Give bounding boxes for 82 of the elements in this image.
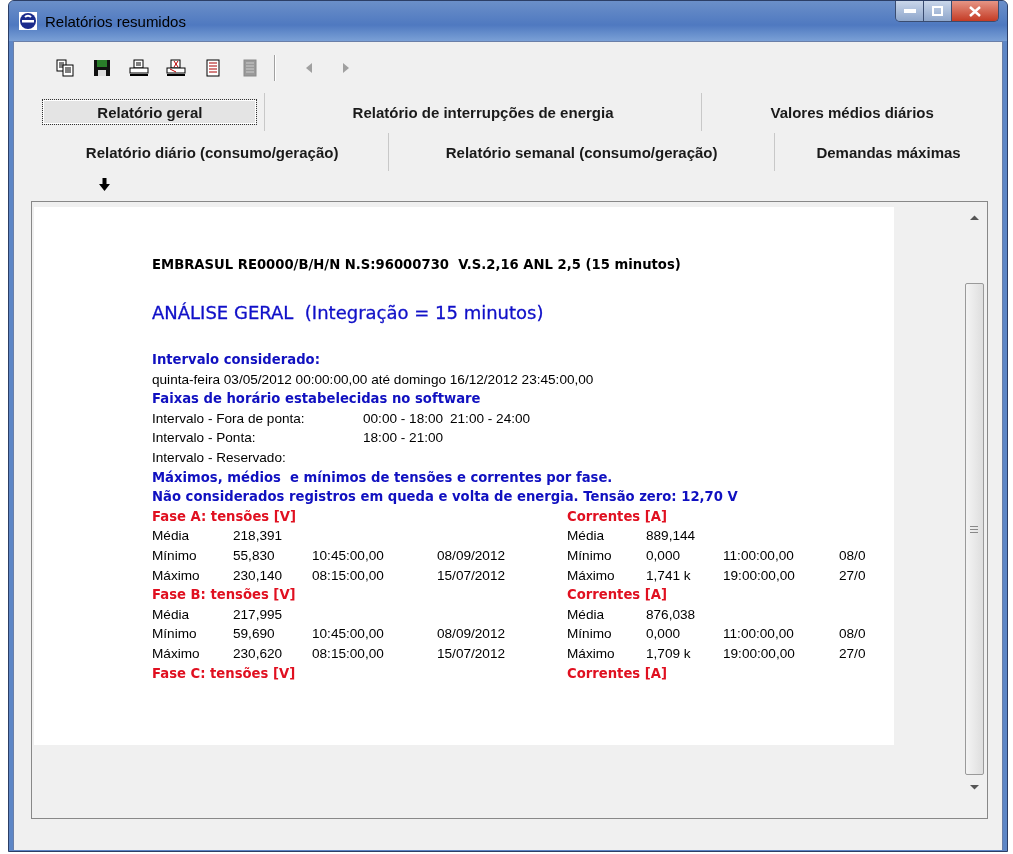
stat-time: 11:00:00,00 (723, 625, 795, 644)
document-icon[interactable] (204, 59, 221, 77)
stat-label: Máximo (567, 644, 616, 663)
report-title: ANÁLISE GERAL (Integração = 15 minutos) (152, 302, 545, 325)
stat-label: Máximo (152, 566, 201, 585)
section-heading: Faixas de horário estabelecidas no software (152, 390, 481, 409)
stat-time: 10:45:00,00 (312, 546, 385, 565)
stat-date: 15/07/2012 (437, 644, 507, 663)
scroll-thumb[interactable] (964, 283, 984, 775)
stat-value: 217,995 (233, 605, 284, 624)
stat-time: 08:15:00,00 (312, 644, 385, 663)
stat-value: 1,741 k (646, 566, 692, 585)
report-text: quinta-feira 03/05/2012 00:00:00,00 até domingo 16/12/2012 23:45:00,00 (152, 370, 594, 389)
copy-icon[interactable] (55, 59, 74, 77)
time-range: 21:00 - 24:00 (450, 409, 532, 428)
close-icon (969, 5, 981, 17)
scroll-down-icon[interactable] (969, 784, 979, 790)
report-tab[interactable]: Relatório de interrupções de energia (347, 99, 619, 125)
maximize-button[interactable] (924, 1, 952, 21)
stat-value: 230,140 (233, 566, 284, 585)
report-tab[interactable]: Relatório semanal (consumo/geração) (440, 139, 723, 165)
section-heading: Máximos, médios e mínimos de tensões e correntes por fase. (152, 468, 613, 487)
stat-time: 19:00:00,00 (723, 644, 796, 663)
stat-time: 08:15:00,00 (312, 566, 385, 585)
stat-label: Mínimo (152, 546, 198, 565)
window-title: Relatórios resumidos (45, 12, 186, 30)
report-tab[interactable]: Relatório diário (consumo/geração) (80, 139, 344, 165)
phase-heading: Fase B: tensões [V] (152, 586, 297, 605)
maximize-icon (932, 6, 943, 16)
report-tab[interactable]: Demandas máximas (811, 139, 966, 165)
down-arrow-icon[interactable] (99, 178, 110, 191)
stat-value: 59,690 (233, 625, 276, 644)
stat-date: 08/0 (839, 546, 867, 565)
phase-heading: Correntes [A] (567, 507, 669, 526)
stat-value: 230,620 (233, 644, 284, 663)
stat-value: 1,709 k (646, 644, 692, 663)
stat-value: 889,144 (646, 527, 697, 546)
app-logo-icon (19, 12, 37, 30)
stat-label: Máximo (567, 566, 616, 585)
printer-icon[interactable] (128, 59, 149, 77)
interval-label: Intervalo - Fora de ponta: (152, 409, 306, 428)
section-heading: Intervalo considerado: (152, 351, 320, 369)
stat-label: Média (567, 527, 606, 546)
interval-label: Intervalo - Ponta: (152, 429, 257, 448)
stat-label: Mínimo (152, 625, 198, 644)
stat-time: 19:00:00,00 (723, 566, 796, 585)
stat-label: Média (567, 605, 606, 624)
stat-label: Mínimo (567, 625, 613, 644)
time-range: 00:00 - 18:00 (363, 409, 445, 428)
phase-heading: Correntes [A] (567, 664, 669, 683)
report-header: EMBRASUL RE0000/B/H/N N.S:96000730 V.S.2,16 ANL 2,5 (15 minutos) (152, 257, 682, 274)
stat-label: Máximo (152, 644, 201, 663)
interval-label: Intervalo - Reservado: (152, 448, 287, 467)
time-range: 18:00 - 21:00 (363, 429, 445, 448)
stat-time: 11:00:00,00 (723, 546, 795, 565)
stat-date: 27/0 (839, 566, 867, 585)
printer-settings-icon[interactable] (165, 59, 186, 77)
stat-date: 27/0 (839, 644, 867, 663)
minimize-button[interactable] (896, 1, 924, 21)
minimize-icon (903, 9, 916, 13)
phase-heading: Fase A: tensões [V] (152, 507, 298, 526)
grip-icon (970, 525, 978, 533)
stat-date: 08/09/2012 (437, 546, 507, 565)
stat-date: 08/09/2012 (437, 625, 507, 644)
phase-heading: Correntes [A] (567, 586, 669, 605)
close-button[interactable] (952, 1, 998, 21)
section-heading: Não considerados registros em queda e volta de energia. Tensão zero: 12,70 V (152, 488, 738, 507)
stat-label: Média (152, 605, 191, 624)
stat-value: 876,038 (646, 605, 697, 624)
stat-value: 0,000 (646, 625, 682, 644)
report-tab[interactable]: Valores médios diários (765, 99, 939, 125)
stat-date: 15/07/2012 (437, 566, 507, 585)
stat-date: 08/0 (839, 625, 867, 644)
stat-value: 55,830 (233, 546, 276, 565)
phase-heading: Fase C: tensões [V] (152, 664, 297, 683)
stat-time: 10:45:00,00 (312, 625, 385, 644)
stat-value: 0,000 (646, 546, 682, 565)
report-tab[interactable]: Relatório geral (42, 99, 258, 125)
stat-label: Mínimo (567, 546, 613, 565)
stat-label: Média (152, 527, 191, 546)
scroll-up-icon[interactable] (969, 215, 979, 221)
stat-value: 218,391 (233, 527, 284, 546)
